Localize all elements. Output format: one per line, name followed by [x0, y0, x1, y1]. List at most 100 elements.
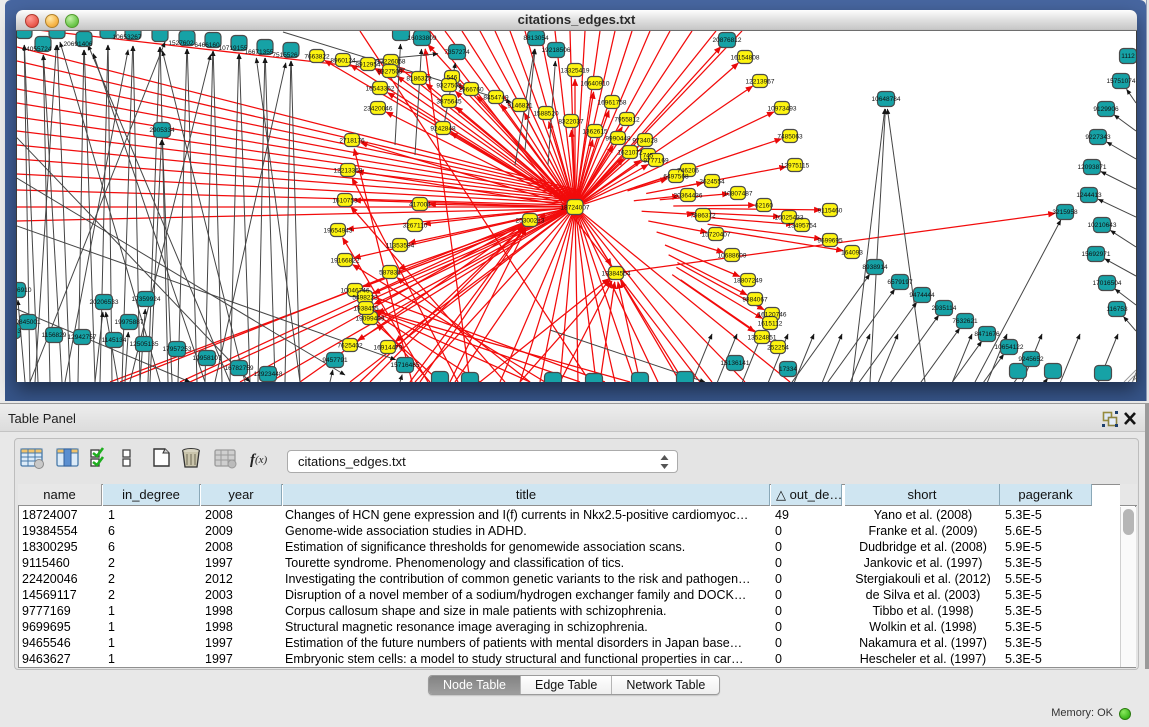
svg-text:3267110: 3267110 — [403, 223, 428, 230]
svg-text:17334: 17334 — [779, 366, 797, 373]
svg-text:16914479: 16914479 — [374, 345, 403, 352]
svg-text:9129906: 9129906 — [1093, 106, 1119, 113]
svg-text:15751074: 15751074 — [1107, 78, 1136, 85]
svg-text:39153: 39153 — [17, 328, 21, 335]
svg-text:10046746: 10046746 — [341, 288, 370, 295]
svg-text:1610753: 1610753 — [332, 198, 358, 205]
svg-text:8454749: 8454749 — [483, 95, 509, 102]
svg-text:19384554: 19384554 — [602, 271, 631, 278]
svg-text:19975887: 19975887 — [115, 319, 144, 326]
svg-text:15716485: 15716485 — [391, 362, 420, 369]
svg-text:7632621: 7632621 — [952, 318, 978, 325]
svg-text:15720407: 15720407 — [702, 232, 731, 239]
svg-text:1145134: 1145134 — [102, 337, 127, 344]
svg-text:19166822: 19166822 — [331, 258, 360, 265]
svg-text:2935114: 2935114 — [932, 305, 957, 312]
svg-text:8471676: 8471676 — [974, 331, 1000, 338]
svg-text:19218506: 19218506 — [542, 47, 571, 54]
svg-text:10807487: 10807487 — [724, 191, 753, 198]
svg-text:10688609: 10688609 — [718, 253, 747, 260]
svg-text:12093871: 12093871 — [1078, 164, 1107, 171]
svg-text:8322037: 8322037 — [558, 119, 584, 126]
svg-text:16543362: 16543362 — [366, 86, 395, 93]
svg-text:9242848: 9242848 — [430, 126, 456, 133]
svg-text:7357274: 7357274 — [444, 49, 470, 56]
svg-text:10648784: 10648784 — [872, 96, 901, 103]
svg-text:23420046: 23420046 — [364, 106, 393, 113]
svg-text:17359924: 17359924 — [132, 296, 161, 303]
svg-text:16120746: 16120746 — [758, 312, 787, 319]
svg-text:12975115: 12975115 — [781, 163, 810, 170]
svg-text:1244413: 1244413 — [1076, 192, 1102, 199]
svg-text:3215958: 3215958 — [1052, 209, 1078, 216]
svg-text:417004: 417004 — [409, 202, 431, 209]
svg-text:9115460: 9115460 — [818, 208, 843, 215]
svg-text:9227343: 9227343 — [1085, 134, 1111, 141]
svg-text:9457791: 9457791 — [322, 357, 348, 364]
svg-text:252254: 252254 — [767, 345, 789, 352]
svg-text:16154808: 16154808 — [731, 55, 760, 62]
svg-text:10210643: 10210643 — [1088, 222, 1117, 229]
svg-text:9474444: 9474444 — [909, 292, 935, 299]
svg-text:(x): (x) — [255, 454, 268, 466]
svg-text:8938914: 8938914 — [862, 264, 888, 271]
svg-text:2905334: 2905334 — [149, 127, 175, 134]
svg-text:10653267: 10653267 — [113, 34, 142, 41]
svg-text:16671355: 16671355 — [245, 49, 274, 56]
svg-text:1112: 1112 — [1121, 53, 1135, 60]
svg-text:9990448: 9990448 — [605, 136, 631, 143]
svg-text:15136141: 15136141 — [721, 360, 750, 367]
svg-text:62160: 62160 — [755, 203, 773, 210]
svg-text:12505135: 12505135 — [130, 341, 159, 348]
svg-text:17957253: 17957253 — [163, 346, 192, 353]
svg-text:6497568: 6497568 — [663, 174, 689, 181]
svg-text:9777169: 9777169 — [643, 158, 669, 165]
svg-text:7515526: 7515526 — [272, 52, 298, 59]
svg-text:6466160: 6466160 — [194, 42, 220, 49]
svg-text:25300213: 25300213 — [516, 218, 545, 225]
svg-text:3624554: 3624554 — [699, 179, 725, 186]
svg-text:7663822: 7663822 — [304, 54, 330, 61]
svg-text:16033809: 16033809 — [408, 35, 437, 42]
svg-text:18724007: 18724007 — [561, 205, 590, 212]
svg-text:18807249: 18807249 — [734, 278, 763, 285]
svg-text:1938455: 1938455 — [353, 306, 379, 313]
svg-text:20364436: 20364436 — [674, 193, 703, 200]
svg-text:7955812: 7955812 — [614, 117, 640, 124]
svg-text:13226058: 13226058 — [377, 59, 406, 66]
svg-text:9327509: 9327509 — [377, 69, 403, 76]
svg-text:1156829: 1156829 — [42, 332, 67, 339]
svg-text:19654943: 19654943 — [324, 228, 353, 235]
svg-text:164093: 164093 — [841, 250, 863, 257]
svg-text:9884067: 9884067 — [742, 297, 768, 304]
svg-text:116753: 116753 — [1106, 306, 1128, 313]
svg-text:16961758: 16961758 — [598, 100, 627, 107]
svg-text:12213363: 12213363 — [334, 168, 363, 175]
svg-text:10958107: 10958107 — [193, 355, 222, 362]
svg-text:12942757: 12942757 — [68, 334, 97, 341]
svg-text:20206533: 20206533 — [90, 299, 119, 306]
svg-text:1615112: 1615112 — [758, 321, 783, 328]
svg-text:1588520: 1588520 — [533, 111, 559, 118]
svg-text:2966760: 2966760 — [458, 87, 484, 94]
svg-text:7986372: 7986372 — [690, 213, 716, 220]
svg-text:6579197: 6579197 — [887, 279, 913, 286]
svg-text:16640910: 16640910 — [581, 81, 610, 88]
svg-text:12923448: 12923448 — [254, 371, 283, 378]
svg-text:10719155: 10719155 — [219, 45, 248, 52]
svg-text:25266910: 25266910 — [17, 287, 32, 294]
svg-text:24055724: 24055724 — [23, 46, 52, 53]
svg-text:11353594: 11353594 — [386, 243, 415, 250]
svg-text:16782759: 16782759 — [225, 365, 254, 372]
svg-text:9734028: 9734028 — [632, 138, 658, 145]
svg-text:10025433: 10025433 — [775, 215, 804, 222]
svg-text:1362615: 1362615 — [582, 129, 608, 136]
svg-text:13325419: 13325419 — [561, 68, 590, 75]
svg-text:9146821: 9146821 — [507, 103, 533, 110]
svg-text:8186323: 8186323 — [406, 76, 432, 83]
svg-text:20876812: 20876812 — [713, 37, 742, 44]
svg-text:17016504: 17016504 — [1093, 280, 1122, 287]
svg-text:587831: 587831 — [379, 270, 401, 277]
svg-text:3875645: 3875645 — [436, 99, 462, 106]
svg-text:13495754: 13495754 — [788, 223, 817, 230]
